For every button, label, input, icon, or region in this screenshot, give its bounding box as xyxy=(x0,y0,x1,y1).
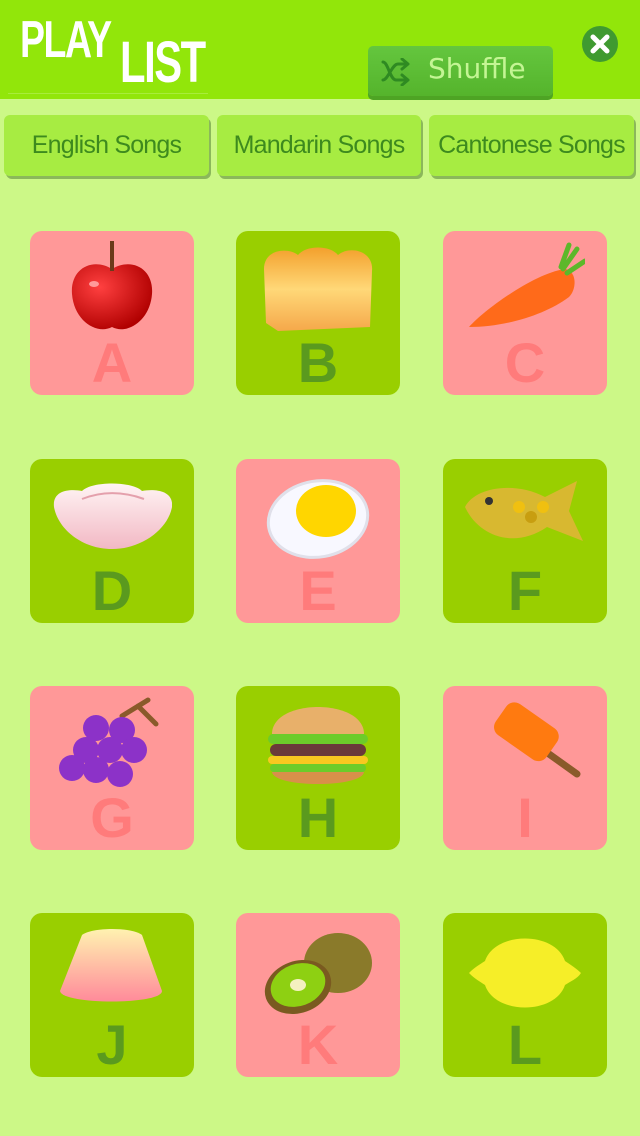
fish-icon xyxy=(465,481,583,541)
song-card-i[interactable]: I xyxy=(443,686,607,850)
card-letter: J xyxy=(96,1013,128,1076)
bread-icon xyxy=(264,247,373,331)
card-letter: C xyxy=(504,331,546,394)
card-letter: K xyxy=(297,1013,339,1076)
song-card-j[interactable]: J xyxy=(30,913,194,1077)
song-card-l[interactable]: L xyxy=(443,913,607,1077)
carrot-icon xyxy=(469,242,585,327)
song-card-f[interactable]: F xyxy=(443,459,607,623)
jelly-icon xyxy=(60,929,162,1002)
card-letter: B xyxy=(297,331,339,394)
apple-icon xyxy=(71,241,153,330)
song-card-b[interactable]: B xyxy=(236,231,400,395)
song-card-k[interactable]: K xyxy=(236,913,400,1077)
song-card-g[interactable]: G xyxy=(30,686,194,850)
card-letter: A xyxy=(91,331,133,394)
song-card-a[interactable]: A xyxy=(30,231,194,395)
grapes-icon xyxy=(59,697,159,787)
ice-pop-icon xyxy=(494,702,581,778)
card-letter: G xyxy=(90,786,134,849)
song-card-c[interactable]: C xyxy=(443,231,607,395)
song-card-d[interactable]: D xyxy=(30,459,194,623)
egg-icon xyxy=(266,479,370,559)
card-letter: I xyxy=(517,786,533,849)
card-letter: E xyxy=(299,559,337,622)
song-card-h[interactable]: H xyxy=(236,686,400,850)
hamburger-icon xyxy=(268,707,368,784)
dumpling-icon xyxy=(53,483,172,549)
card-letter: H xyxy=(297,786,339,849)
lemon-icon xyxy=(469,938,581,1008)
card-letter: L xyxy=(507,1013,543,1076)
card-letter: F xyxy=(507,559,543,622)
song-card-e[interactable]: E xyxy=(236,459,400,623)
kiwi-icon xyxy=(264,933,372,1015)
alphabet-song-grid: A B C D E F G H I J K L xyxy=(0,0,640,1136)
card-letter: D xyxy=(91,559,133,622)
